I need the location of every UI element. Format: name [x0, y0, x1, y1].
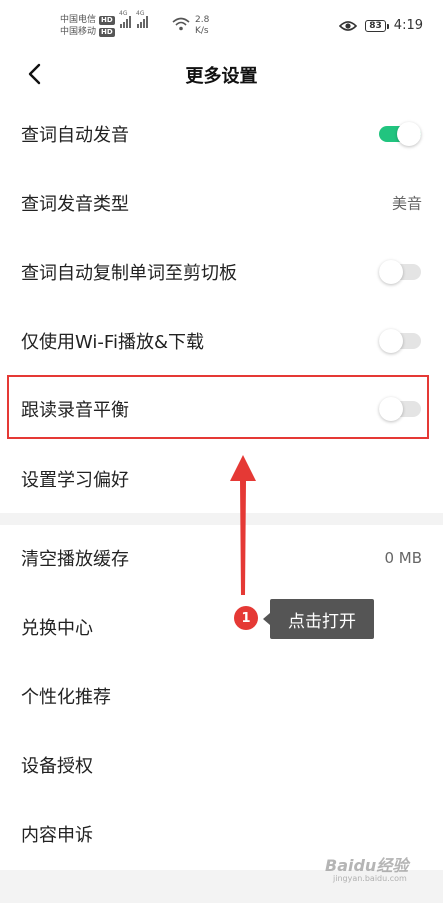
setting-label: 设置学习偏好 — [21, 470, 129, 491]
setting-clear-cache[interactable]: 清空播放缓存 0 MB — [0, 524, 443, 592]
wifi-only-toggle[interactable] — [379, 329, 421, 353]
carrier-1: 中国电信 — [60, 15, 97, 25]
setting-label: 查词发音类型 — [21, 194, 129, 215]
battery-icon: 83 — [365, 19, 389, 32]
net-speed: 2.8 K/s — [195, 15, 210, 36]
wifi-icon — [172, 17, 190, 31]
carrier-2: 中国移动 — [60, 27, 97, 37]
setting-device-authorization[interactable]: 设备授权 — [0, 731, 443, 799]
setting-label: 查词自动复制单词至剪切板 — [21, 263, 237, 284]
cache-size-value: 0 MB — [384, 549, 422, 567]
setting-auto-copy[interactable]: 查词自动复制单词至剪切板 — [0, 238, 443, 306]
setting-wifi-only[interactable]: 仅使用Wi-Fi播放&下载 — [0, 307, 443, 375]
status-bar: 中国电信 HD 中国移动 HD 4G 4G 2.8 K/s 83 4:19 — [0, 0, 443, 48]
setting-auto-pronounce[interactable]: 查词自动发音 — [0, 100, 443, 168]
auto-pronounce-toggle[interactable] — [379, 122, 421, 146]
pronounce-type-value: 美音 — [391, 194, 422, 213]
watermark: Baidu经验 jingyan.baidu.com — [325, 852, 409, 883]
signal-icons: 4G 4G — [119, 10, 148, 28]
setting-label: 仅使用Wi-Fi播放&下载 — [21, 332, 204, 353]
hd-badge: HD — [99, 27, 115, 37]
annotation-arrow-up-icon — [230, 455, 256, 595]
setting-label: 个性化推荐 — [21, 687, 111, 708]
annotation-step-badge: 1 — [234, 606, 258, 630]
status-right: 83 4:19 — [339, 18, 423, 33]
eye-icon — [339, 20, 358, 31]
setting-redeem-center[interactable]: 兑换中心 — [0, 593, 443, 661]
signal-icon: 4G — [119, 10, 131, 28]
setting-pronounce-type[interactable]: 查词发音类型 美音 — [0, 169, 443, 237]
signal-icon: 4G — [136, 10, 148, 28]
watermark-text: Baidu经验 — [325, 856, 409, 875]
setting-learning-preference[interactable]: 设置学习偏好 — [0, 445, 443, 513]
hd-badge: HD — [99, 15, 115, 25]
setting-label: 兑换中心 — [21, 618, 93, 639]
carrier-info: 中国电信 HD 中国移动 HD — [60, 14, 115, 38]
clock: 4:19 — [393, 18, 423, 33]
setting-label: 清空播放缓存 — [21, 549, 129, 570]
setting-personalized-recommend[interactable]: 个性化推荐 — [0, 662, 443, 730]
auto-copy-toggle[interactable] — [379, 260, 421, 284]
setting-label: 内容申诉 — [21, 825, 93, 846]
watermark-sub: jingyan.baidu.com — [333, 874, 407, 883]
annotation-callout: 点击打开 — [263, 599, 374, 639]
page-title: 更多设置 — [185, 66, 258, 87]
setting-label: 查词自动发音 — [21, 125, 129, 146]
annotation-highlight-box — [7, 375, 429, 439]
setting-label: 设备授权 — [21, 756, 93, 777]
header: 更多设置 — [0, 48, 443, 100]
